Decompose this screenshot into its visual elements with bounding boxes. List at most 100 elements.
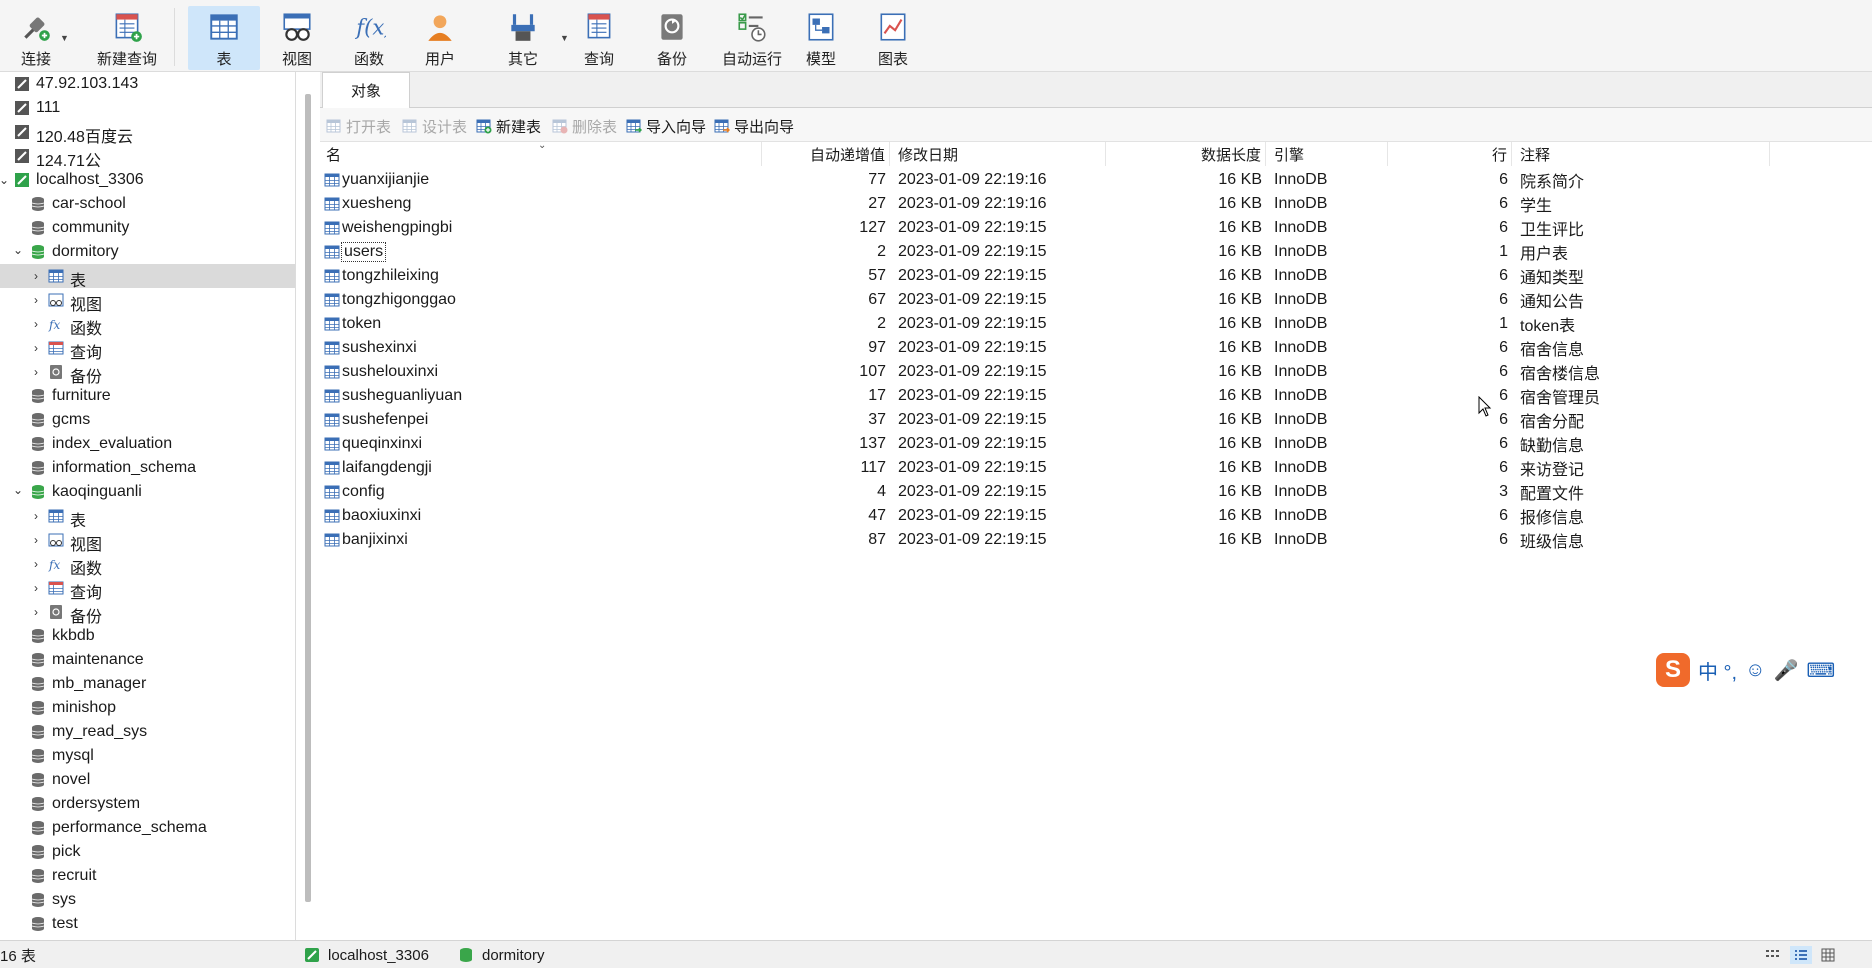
dropdown-arrow-icon[interactable]: ▼ xyxy=(60,33,69,43)
tree-item[interactable]: test xyxy=(0,912,295,936)
tree-item[interactable]: maintenance xyxy=(0,648,295,672)
grid-view-icon[interactable] xyxy=(1820,947,1836,963)
chevron-right-icon[interactable]: › xyxy=(30,294,42,306)
design-table-button[interactable]: 设计表 xyxy=(402,116,467,136)
list-view-toggle[interactable] xyxy=(1764,946,1780,964)
chevron-down-icon[interactable]: ⌄ xyxy=(0,174,10,186)
tree-item[interactable]: › fx 函数 xyxy=(0,312,295,338)
tree-item[interactable]: › 查询 xyxy=(0,576,295,602)
chevron-right-icon[interactable]: › xyxy=(30,366,42,378)
tree-item[interactable]: › 视图 xyxy=(0,288,295,314)
details-view-icon[interactable] xyxy=(1793,947,1809,963)
new-table-button[interactable]: 新建表 xyxy=(476,116,541,136)
table-row[interactable]: sushefenpei 37 2023-01-09 22:19:15 16 KB Inn… xyxy=(320,408,1872,432)
tree-item[interactable]: 124.71公 xyxy=(0,144,295,170)
column-header-engine[interactable]: 引擎 xyxy=(1270,142,1388,166)
column-header-data-length[interactable]: 数据长度 xyxy=(1110,142,1266,166)
tree-item[interactable]: 111 xyxy=(0,96,295,120)
chevron-right-icon[interactable]: › xyxy=(30,510,42,522)
chevron-right-icon[interactable]: › xyxy=(30,534,42,546)
tree-item[interactable]: kkbdb xyxy=(0,624,295,648)
small-icons-view-icon[interactable] xyxy=(1764,947,1780,963)
column-header-modified-date[interactable]: 修改日期 xyxy=(894,142,1106,166)
chevron-down-icon[interactable]: ⌄ xyxy=(12,244,24,256)
column-header-rows[interactable]: 行 xyxy=(1392,142,1512,166)
chevron-right-icon[interactable]: › xyxy=(30,318,42,330)
table-row[interactable]: sushelouxinxi 107 2023-01-09 22:19:15 16 KB… xyxy=(320,360,1872,384)
tree-item[interactable]: my_read_sys xyxy=(0,720,295,744)
table-row[interactable]: config 4 2023-01-09 22:19:15 16 KB InnoDB 3 配置… xyxy=(320,480,1872,504)
tree-item[interactable]: › 查询 xyxy=(0,336,295,362)
column-header-comment[interactable]: 注释 xyxy=(1516,142,1770,166)
tree-item[interactable]: 47.92.103.143 xyxy=(0,72,295,96)
tree-item[interactable]: gcms xyxy=(0,408,295,432)
tree-item[interactable]: novel xyxy=(0,768,295,792)
table-row[interactable]: baoxiuxinxi 47 2023-01-09 22:19:15 16 KB Inn… xyxy=(320,504,1872,528)
table-row[interactable]: laifangdengji 117 2023-01-09 22:19:15 16 KB… xyxy=(320,456,1872,480)
tree-item[interactable]: sys xyxy=(0,888,295,912)
import-wizard-button[interactable]: 导入向导 xyxy=(626,116,706,136)
table-row[interactable]: weishengpingbi 127 2023-01-09 22:19:15 16 K… xyxy=(320,216,1872,240)
table-row[interactable]: token 2 2023-01-09 22:19:15 16 KB InnoDB 1 tok… xyxy=(320,312,1872,336)
toolbar-table-button[interactable]: 表 xyxy=(188,6,260,70)
table-row[interactable]: susheguanliyuan 17 2023-01-09 22:19:15 16 K… xyxy=(320,384,1872,408)
toolbar-connect-button[interactable]: 连接 xyxy=(14,6,58,70)
toolbar-other-button[interactable]: 其它 xyxy=(488,6,558,70)
tree-item[interactable]: furniture xyxy=(0,384,295,408)
toolbar-backup-button[interactable]: 备份 xyxy=(638,6,706,70)
tree-item[interactable]: › 视图 xyxy=(0,528,295,554)
table-row[interactable]: tongzhigonggao 67 2023-01-09 22:19:15 16 KB… xyxy=(320,288,1872,312)
tree-item[interactable]: information_schema xyxy=(0,456,295,480)
detail-view-toggle[interactable] xyxy=(1790,946,1812,964)
delete-table-button[interactable]: 删除表 xyxy=(552,116,617,136)
table-row[interactable]: banjixinxi 87 2023-01-09 22:19:15 16 KB Inno… xyxy=(320,528,1872,552)
grid-view-toggle[interactable] xyxy=(1820,946,1836,964)
tree-item[interactable]: community xyxy=(0,216,295,240)
keyboard-icon[interactable]: ⌨ xyxy=(1806,658,1835,683)
chevron-right-icon[interactable]: › xyxy=(30,606,42,618)
toolbar-chart-button[interactable]: 图表 xyxy=(860,6,926,70)
table-row[interactable]: sushexinxi 97 2023-01-09 22:19:15 16 KB Inno… xyxy=(320,336,1872,360)
tree-item[interactable]: ⌄ dormitory xyxy=(0,240,295,264)
tree-item[interactable]: 120.48百度云 xyxy=(0,120,295,146)
chevron-right-icon[interactable]: › xyxy=(30,342,42,354)
table-row[interactable]: users 2 2023-01-09 22:19:15 16 KB InnoDB 1 用户表 xyxy=(320,240,1872,264)
toolbar-new-query-button[interactable]: 新建查询 xyxy=(82,6,172,70)
tree-item[interactable]: car-school xyxy=(0,192,295,216)
table-row[interactable]: xuesheng 27 2023-01-09 22:19:16 16 KB InnoDB… xyxy=(320,192,1872,216)
tree-item[interactable]: recruit xyxy=(0,864,295,888)
toolbar-autorun-button[interactable]: 自动运行 xyxy=(712,6,792,70)
emoji-icon[interactable]: ☺ xyxy=(1745,659,1765,682)
tree-item[interactable]: ⌄ kaoqinguanli xyxy=(0,480,295,504)
toolbar-function-button[interactable]: f(x) 函数 xyxy=(336,6,402,70)
tree-item[interactable]: mysql xyxy=(0,744,295,768)
ime-toolbar[interactable]: S 中 °, ☺ 🎤 ⌨ xyxy=(1656,652,1872,688)
ime-mode-label[interactable]: 中 °, xyxy=(1698,656,1737,685)
tree-item[interactable]: mb_manager xyxy=(0,672,295,696)
tree-item[interactable]: performance_schema xyxy=(0,816,295,840)
tree-item[interactable]: ordersystem xyxy=(0,792,295,816)
tree-item[interactable]: › 备份 xyxy=(0,600,295,626)
tree-item[interactable]: › 备份 xyxy=(0,360,295,386)
tree-item[interactable]: ⌄ localhost_3306 xyxy=(0,168,295,192)
chevron-right-icon[interactable]: › xyxy=(30,582,42,594)
tree-item[interactable]: › 表 xyxy=(0,264,295,290)
table-row[interactable]: yuanxijianjie 77 2023-01-09 22:19:16 16 KB I… xyxy=(320,168,1872,192)
tree-item[interactable]: pick xyxy=(0,840,295,864)
toolbar-model-button[interactable]: 模型 xyxy=(788,6,854,70)
toolbar-user-button[interactable]: 用户 xyxy=(408,6,472,70)
tree-item[interactable]: minishop xyxy=(0,696,295,720)
chevron-right-icon[interactable]: › xyxy=(30,270,42,282)
tree-item[interactable]: › 表 xyxy=(0,504,295,530)
chevron-right-icon[interactable]: › xyxy=(30,558,42,570)
column-header-auto-increment[interactable]: 自动递增值 xyxy=(764,142,890,166)
table-row[interactable]: tongzhileixing 57 2023-01-09 22:19:15 16 KB… xyxy=(320,264,1872,288)
toolbar-query-button[interactable]: 查询 xyxy=(564,6,634,70)
tree-scrollbar[interactable] xyxy=(305,94,311,902)
toolbar-view-button[interactable]: 视图 xyxy=(262,6,332,70)
export-wizard-button[interactable]: 导出向导 xyxy=(714,116,794,136)
open-table-button[interactable]: 打开表 xyxy=(326,116,391,136)
tree-item[interactable]: › fx 函数 xyxy=(0,552,295,578)
microphone-icon[interactable]: 🎤 xyxy=(1774,658,1799,683)
tab-objects[interactable]: 对象 xyxy=(322,72,410,108)
